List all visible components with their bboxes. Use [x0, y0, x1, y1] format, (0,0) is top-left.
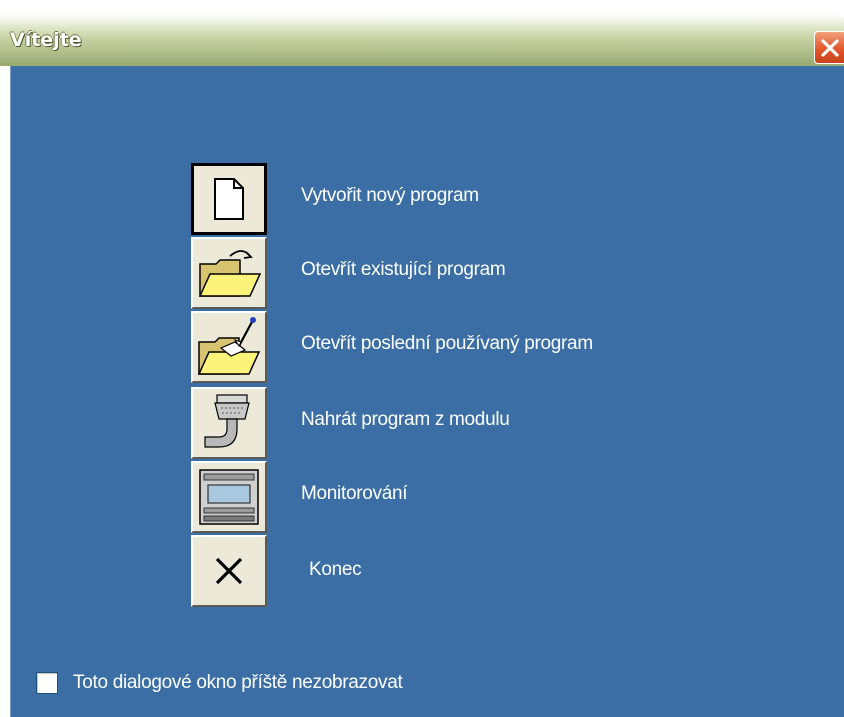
window-title: Vítejte — [10, 29, 82, 51]
exit-option[interactable]: Konec — [191, 535, 791, 607]
upload-program-button[interactable] — [191, 387, 267, 459]
close-button[interactable] — [814, 31, 844, 64]
recent-program-label: Otevřít poslední používaný program — [301, 333, 593, 354]
open-program-label: Otevřít existující program — [301, 259, 506, 280]
new-program-label: Vytvořit nový program — [301, 185, 479, 206]
dont-show-again-checkbox[interactable] — [36, 672, 58, 694]
upload-program-option[interactable]: Nahrát program z modulu — [191, 387, 791, 459]
new-program-option[interactable]: Vytvořit nový program — [191, 163, 791, 235]
recent-program-option[interactable]: Otevřít poslední používaný program — [191, 311, 791, 383]
open-program-option[interactable]: Otevřít existující program — [191, 237, 791, 309]
monitoring-option[interactable]: Monitorování — [191, 461, 791, 533]
title-bar[interactable]: Vítejte — [0, 14, 844, 66]
monitoring-button[interactable] — [191, 461, 267, 533]
monitoring-label: Monitorování — [301, 483, 408, 504]
dialog-body: Vytvořit nový program Otevřít existující… — [10, 66, 844, 717]
dont-show-again-label: Toto dialogové okno příště nezobrazovat — [73, 672, 403, 693]
welcome-dialog: Vítejte Vytvořit nový program Otevřít ex… — [0, 0, 844, 717]
recent-program-button[interactable] — [191, 311, 267, 383]
upload-program-label: Nahrát program z modulu — [301, 409, 510, 430]
exit-label: Konec — [309, 559, 362, 580]
new-program-button[interactable] — [191, 163, 267, 235]
open-program-button[interactable] — [191, 237, 267, 309]
exit-button[interactable] — [191, 535, 267, 607]
